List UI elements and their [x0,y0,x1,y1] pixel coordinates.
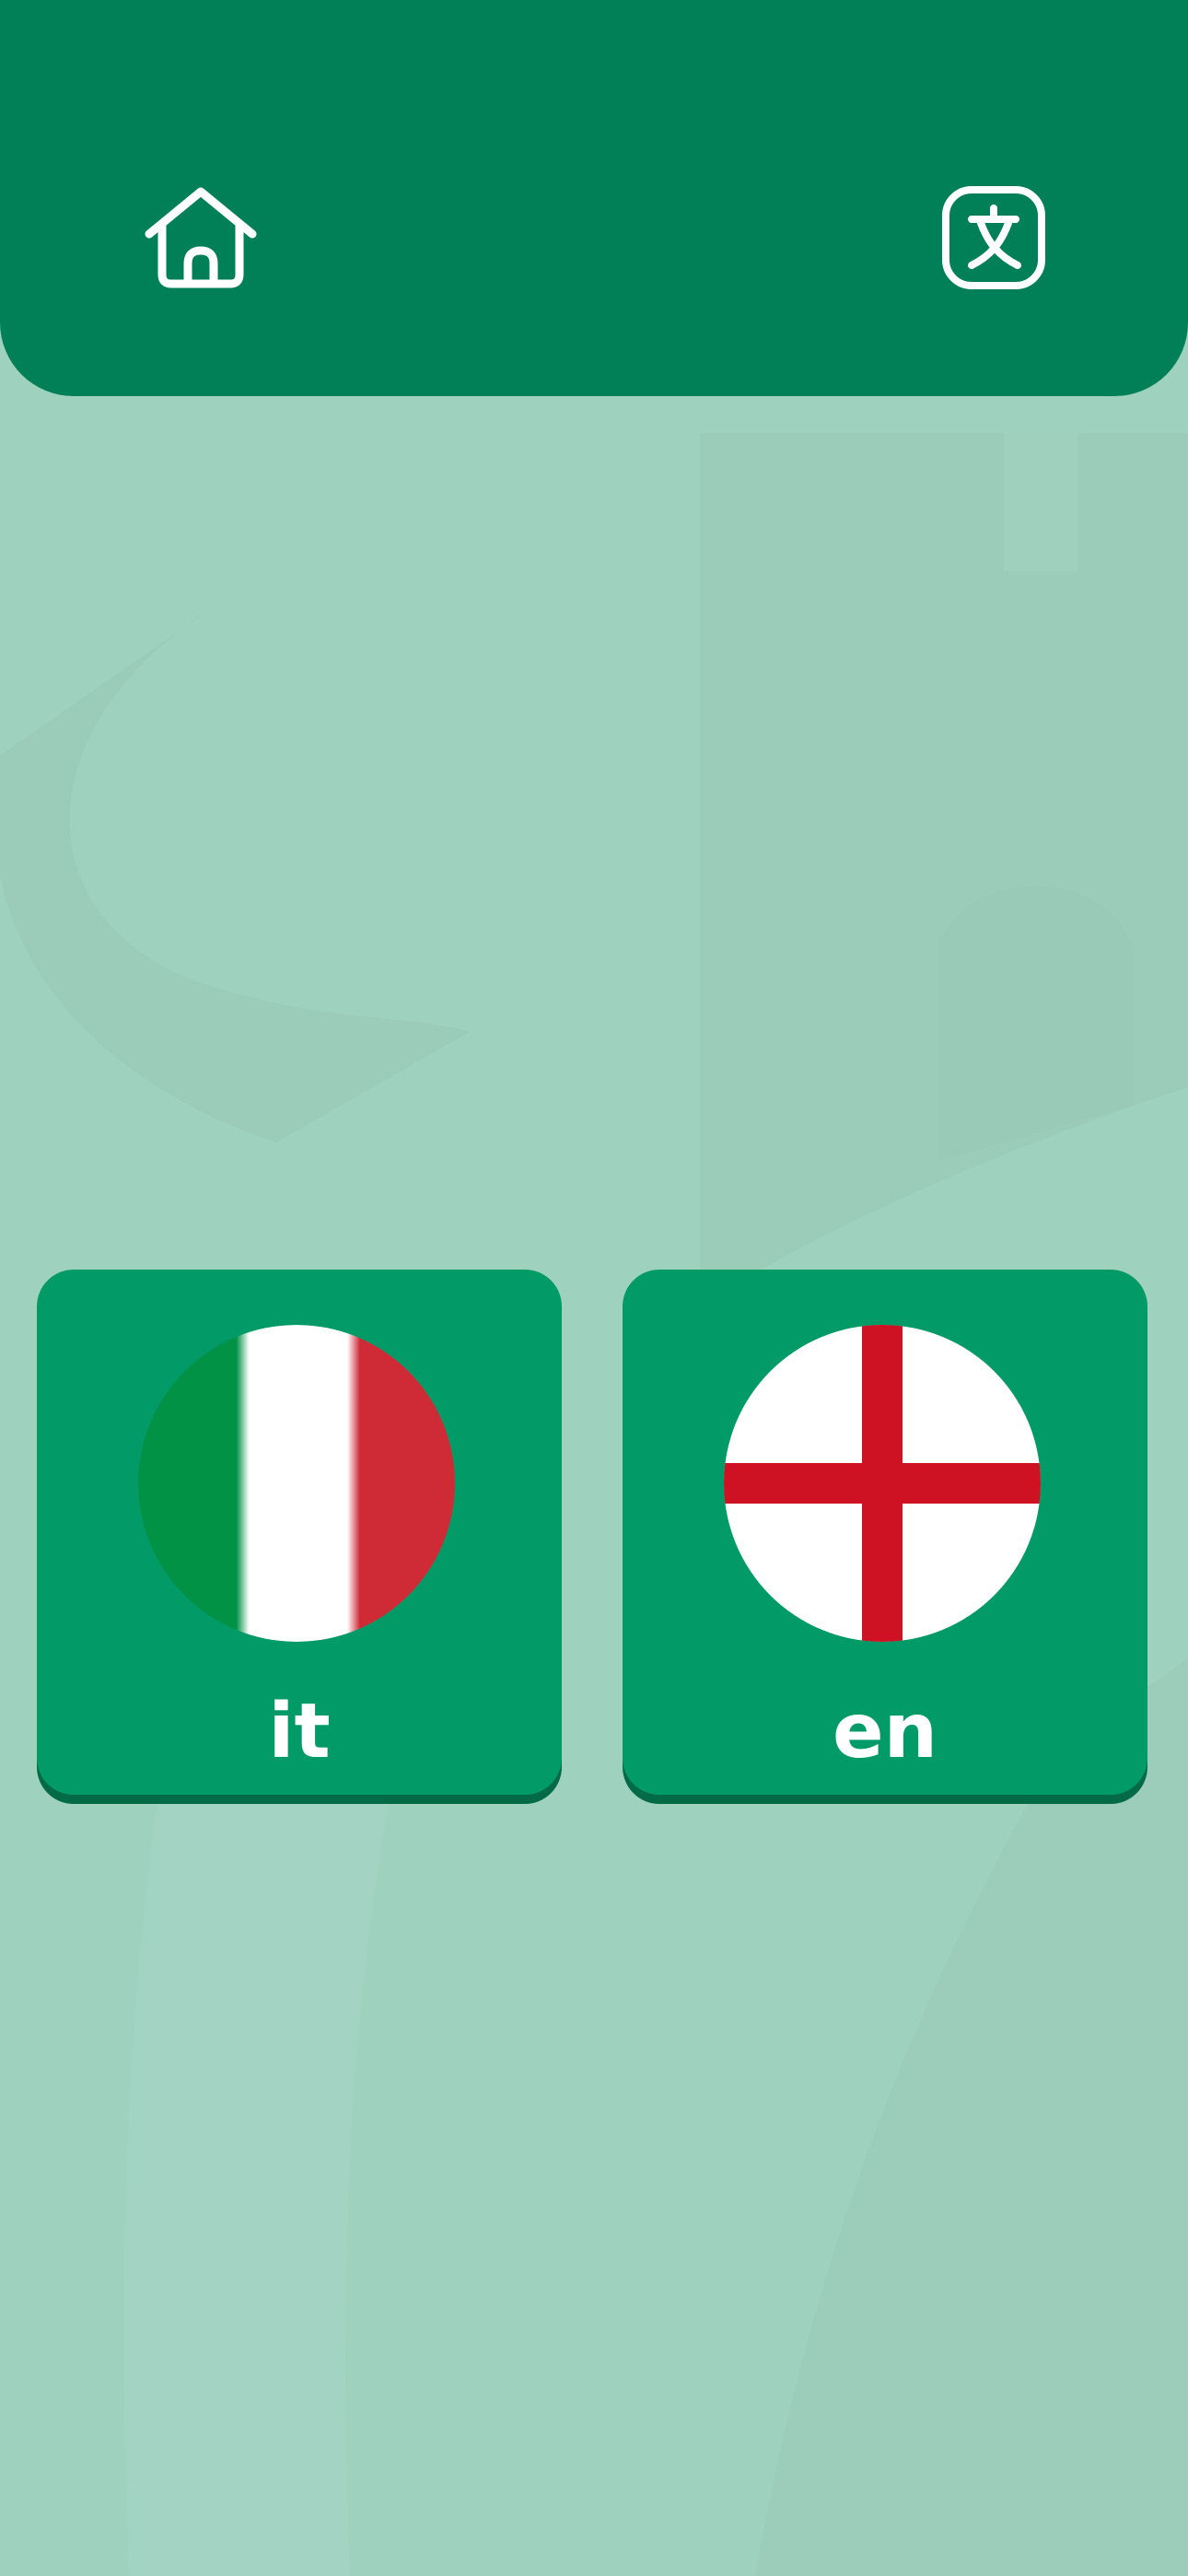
italy-flag-icon [138,1325,455,1642]
top-header-bar [0,0,1188,396]
england-flag-icon [724,1325,1041,1642]
language-option-english[interactable]: en [623,1270,1147,1795]
translate-button[interactable] [920,164,1067,311]
language-option-italian[interactable]: it [37,1270,562,1795]
language-code-label: it [268,1688,331,1775]
language-code-label: en [833,1688,938,1775]
home-icon [145,187,257,288]
translate-icon [942,186,1045,289]
home-button[interactable] [127,164,274,311]
